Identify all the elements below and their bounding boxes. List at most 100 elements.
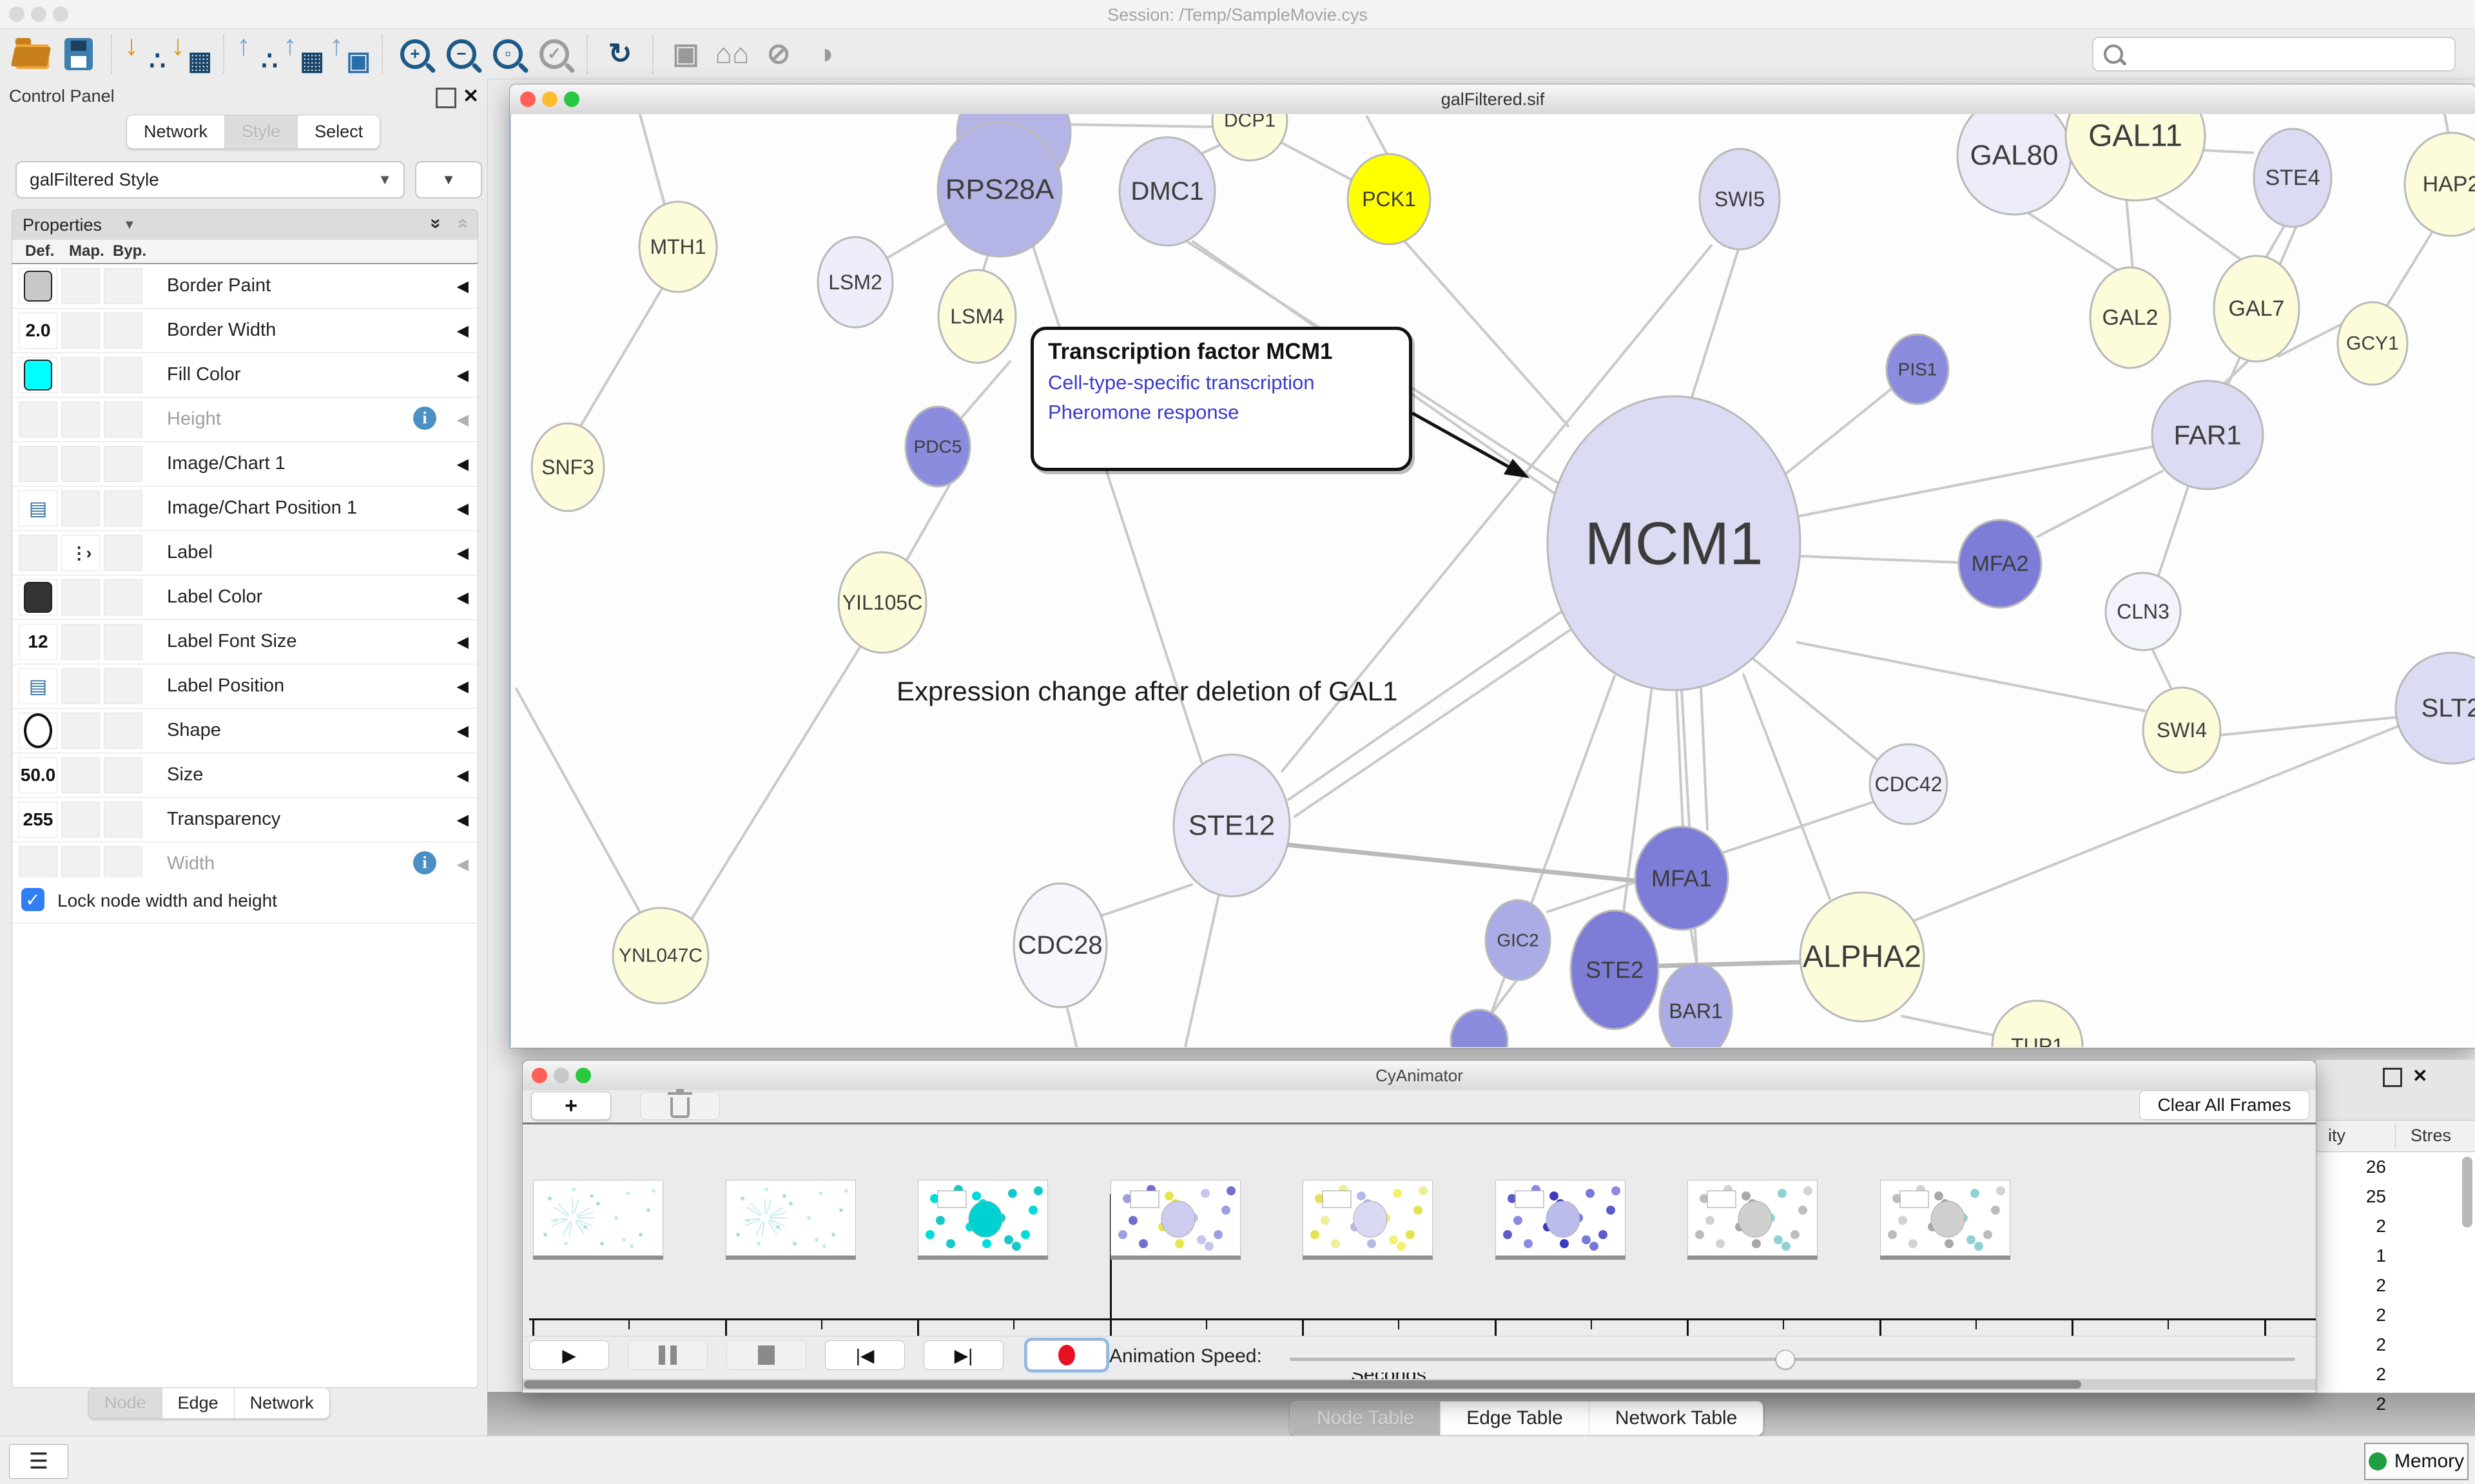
network-node[interactable]: FAR1 (2152, 381, 2263, 489)
info-icon[interactable]: i (413, 407, 436, 430)
network-node[interactable]: MCM1 (1548, 396, 1800, 690)
table-row[interactable]: 25 (2316, 1182, 2386, 1212)
tab-node-table[interactable]: Node Table (1291, 1402, 1441, 1435)
default-value-cell[interactable]: 255 (19, 802, 57, 838)
bypass-cell[interactable] (104, 579, 142, 615)
default-value-cell[interactable] (19, 713, 57, 749)
mapping-cell[interactable] (61, 668, 100, 704)
info-icon[interactable]: i (413, 851, 436, 874)
mapping-cell[interactable]: ⋮› (61, 535, 100, 571)
animation-frame[interactable] (1111, 1180, 1241, 1256)
clear-all-frames-button[interactable]: Clear All Frames (2139, 1090, 2309, 1120)
tab-edge-style[interactable]: Edge (162, 1388, 235, 1418)
animation-frame[interactable] (533, 1180, 663, 1256)
tab-node-style[interactable]: Node (89, 1388, 162, 1418)
mapping-cell[interactable] (61, 490, 100, 526)
column-stress[interactable]: Stres (2411, 1126, 2451, 1146)
default-value-cell[interactable] (19, 446, 57, 482)
bypass-cell[interactable] (104, 401, 142, 438)
default-value-cell[interactable]: ▤ (19, 490, 57, 526)
expand-property-icon[interactable]: ◀ (457, 811, 469, 829)
network-node[interactable]: YIL105C (839, 552, 926, 653)
play-button[interactable]: ▶ (529, 1340, 609, 1370)
expand-all-icon[interactable]: » (425, 218, 447, 229)
mapping-cell[interactable] (61, 313, 100, 349)
mapping-cell[interactable] (61, 401, 100, 438)
annotation-link[interactable]: Pheromone response (1048, 401, 1409, 424)
search-input[interactable] (2131, 44, 2454, 65)
network-node[interactable]: MFA1 (1635, 827, 1728, 930)
hide-selected-icon[interactable]: ⊘ (755, 34, 802, 75)
stop-button[interactable] (726, 1340, 806, 1370)
collapse-all-icon[interactable]: » (451, 218, 473, 229)
network-node[interactable]: YNL047C (613, 908, 708, 1003)
mapping-cell[interactable] (61, 624, 100, 660)
network-node[interactable]: MFA2 (1959, 520, 2041, 608)
network-node[interactable]: HAP2 (2405, 133, 2475, 236)
annotation-callout[interactable]: Transcription factor MCM1 Cell-type-spec… (1031, 327, 1412, 471)
table-row[interactable]: 2 (2316, 1331, 2386, 1360)
zoom-in-icon[interactable]: + (392, 34, 438, 75)
skip-to-end-button[interactable]: ▶| (924, 1340, 1004, 1370)
properties-header[interactable]: Properties ▼ » » (12, 210, 478, 240)
lock-size-checkbox[interactable]: ✓ (21, 888, 44, 911)
annotation-link[interactable]: Cell-type-specific transcription (1048, 371, 1409, 394)
memory-button[interactable]: Memory (2364, 1443, 2469, 1480)
network-node[interactable]: GIC2 (1486, 900, 1550, 980)
bypass-cell[interactable] (104, 357, 142, 393)
default-value-cell[interactable] (19, 846, 57, 882)
show-panels-button[interactable]: ☰ (9, 1444, 68, 1479)
network-node[interactable]: BAR1 (1660, 963, 1732, 1047)
expand-property-icon[interactable]: ◀ (457, 855, 469, 874)
network-from-selection-icon[interactable]: ▣ (663, 34, 709, 75)
expand-property-icon[interactable]: ◀ (457, 499, 469, 518)
network-node[interactable]: SLT2 (2396, 653, 2475, 764)
zoom-fit-icon[interactable]: ▫ (485, 34, 531, 75)
network-node[interactable]: STE2 (1571, 911, 1658, 1029)
network-node[interactable]: SNF3 (532, 423, 604, 511)
tab-edge-table[interactable]: Edge Table (1441, 1402, 1589, 1435)
mapping-cell[interactable] (61, 713, 100, 749)
bypass-cell[interactable] (104, 313, 142, 349)
mapping-cell[interactable] (61, 846, 100, 882)
tab-network-table[interactable]: Network Table (1589, 1402, 1763, 1435)
bypass-cell[interactable] (104, 446, 142, 482)
close-panel-icon[interactable]: ✕ (463, 85, 479, 108)
default-value-cell[interactable] (19, 401, 57, 438)
network-node[interactable]: LSM2 (818, 237, 893, 327)
default-value-cell[interactable]: ▤ (19, 668, 57, 704)
bypass-cell[interactable] (104, 624, 142, 660)
bypass-cell[interactable] (104, 535, 142, 571)
animation-frame[interactable] (1303, 1180, 1433, 1256)
default-value-cell[interactable] (19, 535, 57, 571)
style-selector[interactable]: galFiltered Style ▼ (15, 161, 405, 198)
network-node[interactable]: STE12 (1174, 755, 1290, 896)
expand-property-icon[interactable]: ◀ (457, 633, 469, 651)
table-row[interactable]: 26 (2316, 1153, 2386, 1182)
tab-style[interactable]: Style (225, 115, 298, 148)
network-node[interactable]: PIS1 (1887, 334, 1948, 404)
mapping-cell[interactable] (61, 268, 100, 304)
mapping-cell[interactable] (61, 446, 100, 482)
network-node[interactable]: MTH1 (639, 202, 717, 292)
mapping-cell[interactable] (61, 757, 100, 793)
network-node[interactable]: GAL2 (2090, 267, 2170, 368)
network-node[interactable]: RPS28A (938, 122, 1062, 256)
open-session-icon[interactable] (9, 34, 55, 75)
bypass-cell[interactable] (104, 846, 142, 882)
network-node[interactable]: DCP1 (1212, 114, 1287, 160)
bypass-cell[interactable] (104, 668, 142, 704)
bypass-cell[interactable] (104, 268, 142, 304)
float-panel-icon[interactable] (436, 88, 456, 108)
table-row[interactable]: 2 (2316, 1271, 2386, 1301)
default-value-cell[interactable] (19, 579, 57, 615)
network-node[interactable]: CDC28 (1014, 883, 1107, 1007)
network-node[interactable]: GCY1 (2338, 302, 2407, 385)
mapping-cell[interactable] (61, 802, 100, 838)
search-field[interactable] (2092, 37, 2456, 72)
expand-property-icon[interactable]: ◀ (457, 322, 469, 340)
network-node[interactable]: CLN3 (2106, 573, 2180, 650)
animation-frame[interactable] (918, 1180, 1048, 1256)
network-node[interactable]: SWI5 (1700, 149, 1780, 249)
import-table-icon[interactable]: ↓▦ (168, 34, 214, 75)
